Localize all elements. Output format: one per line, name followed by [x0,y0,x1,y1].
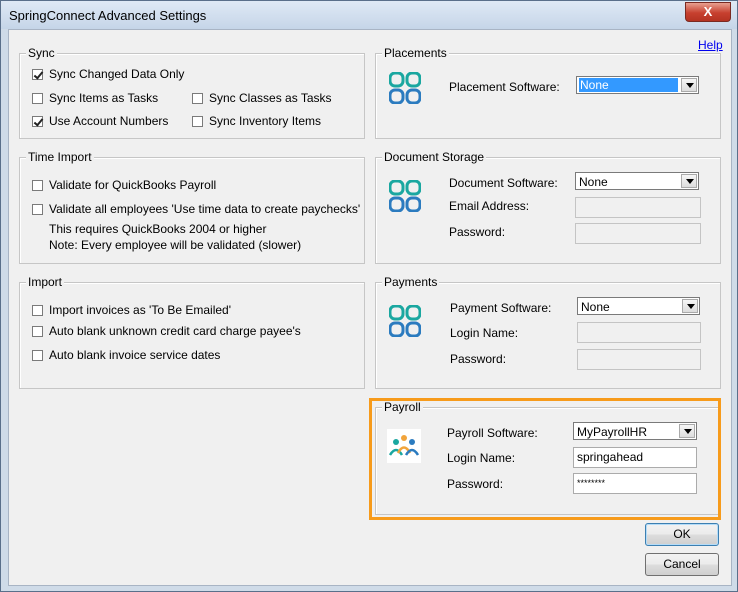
auto-blank-service-dates-checkbox[interactable]: Auto blank invoice service dates [32,348,220,362]
placement-software-select[interactable]: None [576,76,699,94]
payroll-highlight-frame [369,398,721,520]
checkbox-box[interactable] [32,349,43,361]
document-storage-legend: Document Storage [382,150,487,164]
selected-value: None [579,78,678,92]
dialog-window: SpringConnect Advanced Settings X Help S… [0,0,738,592]
validation-note: Note: Every employee will be validated (… [49,238,302,252]
dialog-body: Help Sync Sync Changed Data Only Sync It… [8,29,732,586]
placements-group: Placements Placement Software: None [375,46,721,139]
sync-legend: Sync [26,46,57,60]
import-group: Import Import invoices as 'To Be Emailed… [19,275,365,389]
sync-items-tasks-checkbox[interactable]: Sync Items as Tasks [32,91,158,105]
checkbox-label: Sync Changed Data Only [49,67,185,81]
use-account-numbers-checkbox[interactable]: Use Account Numbers [32,114,168,128]
placements-legend: Placements [382,46,449,60]
sync-group: Sync Sync Changed Data Only Sync Items a… [19,46,365,139]
ok-button[interactable]: OK [645,523,719,546]
help-link[interactable]: Help [698,38,723,52]
chevron-down-icon[interactable] [682,299,698,313]
login-name-field[interactable] [577,322,701,343]
import-invoices-emailed-checkbox[interactable]: Import invoices as 'To Be Emailed' [32,303,231,317]
login-name-label: Login Name: [450,326,519,340]
payments-group: Payments Payment Software: None Login Na… [375,275,721,389]
checkbox-label: Use Account Numbers [49,114,169,128]
cancel-button[interactable]: Cancel [645,553,719,576]
payment-software-label: Payment Software: [450,301,552,315]
checkbox-box[interactable] [32,304,43,316]
chevron-down-icon[interactable] [681,174,697,188]
import-legend: Import [26,275,65,289]
password-label: Password: [449,225,506,239]
springahead-logo-icon [389,305,421,337]
validate-payroll-checkbox[interactable]: Validate for QuickBooks Payroll [32,178,216,192]
document-storage-group: Document Storage Document Software: None… [375,150,721,264]
checkbox-box[interactable] [192,92,203,104]
payments-legend: Payments [382,275,440,289]
auto-blank-payee-checkbox[interactable]: Auto blank unknown credit card charge pa… [32,324,301,338]
password-field[interactable] [575,223,701,244]
checkbox-label: Auto blank unknown credit card charge pa… [49,324,301,338]
checkbox-box[interactable] [32,325,43,337]
time-import-legend: Time Import [26,150,94,164]
checkbox-box[interactable] [32,203,43,215]
checkbox-box[interactable] [192,115,203,127]
selected-value: None [581,300,610,314]
checkbox-label: Auto blank invoice service dates [49,348,221,362]
password-label: Password: [450,352,507,366]
springahead-logo-icon [389,180,421,212]
checkbox-label: Sync Inventory Items [209,114,322,128]
checkbox-label: Import invoices as 'To Be Emailed' [49,303,231,317]
selected-value: None [579,175,608,189]
sync-classes-tasks-checkbox[interactable]: Sync Classes as Tasks [192,91,332,105]
payment-software-select[interactable]: None [577,297,700,315]
email-address-field[interactable] [575,197,701,218]
checkbox-box[interactable] [32,115,43,127]
checkbox-label: Validate for QuickBooks Payroll [49,178,217,192]
checkbox-label: Sync Items as Tasks [49,91,159,105]
document-software-label: Document Software: [449,176,558,190]
checkbox-box[interactable] [32,92,43,104]
title-bar[interactable]: SpringConnect Advanced Settings X [1,1,737,29]
checkbox-box[interactable] [32,179,43,191]
window-title: SpringConnect Advanced Settings [9,8,207,23]
checkbox-box[interactable] [32,68,43,80]
placement-software-label: Placement Software: [449,80,560,94]
validate-all-employees-checkbox[interactable]: Validate all employees 'Use time data to… [32,202,360,216]
close-button[interactable]: X [685,2,731,22]
sync-changed-data-checkbox[interactable]: Sync Changed Data Only [32,67,184,81]
chevron-down-icon[interactable] [681,78,697,92]
password-field[interactable] [577,349,701,370]
email-address-label: Email Address: [449,199,530,213]
springahead-logo-icon [389,72,421,104]
checkbox-label: Validate all employees 'Use time data to… [49,202,361,216]
checkbox-label: Sync Classes as Tasks [209,91,332,105]
document-software-select[interactable]: None [575,172,699,190]
time-import-group: Time Import Validate for QuickBooks Payr… [19,150,365,264]
requirement-note: This requires QuickBooks 2004 or higher [49,222,267,236]
sync-inventory-items-checkbox[interactable]: Sync Inventory Items [192,114,321,128]
